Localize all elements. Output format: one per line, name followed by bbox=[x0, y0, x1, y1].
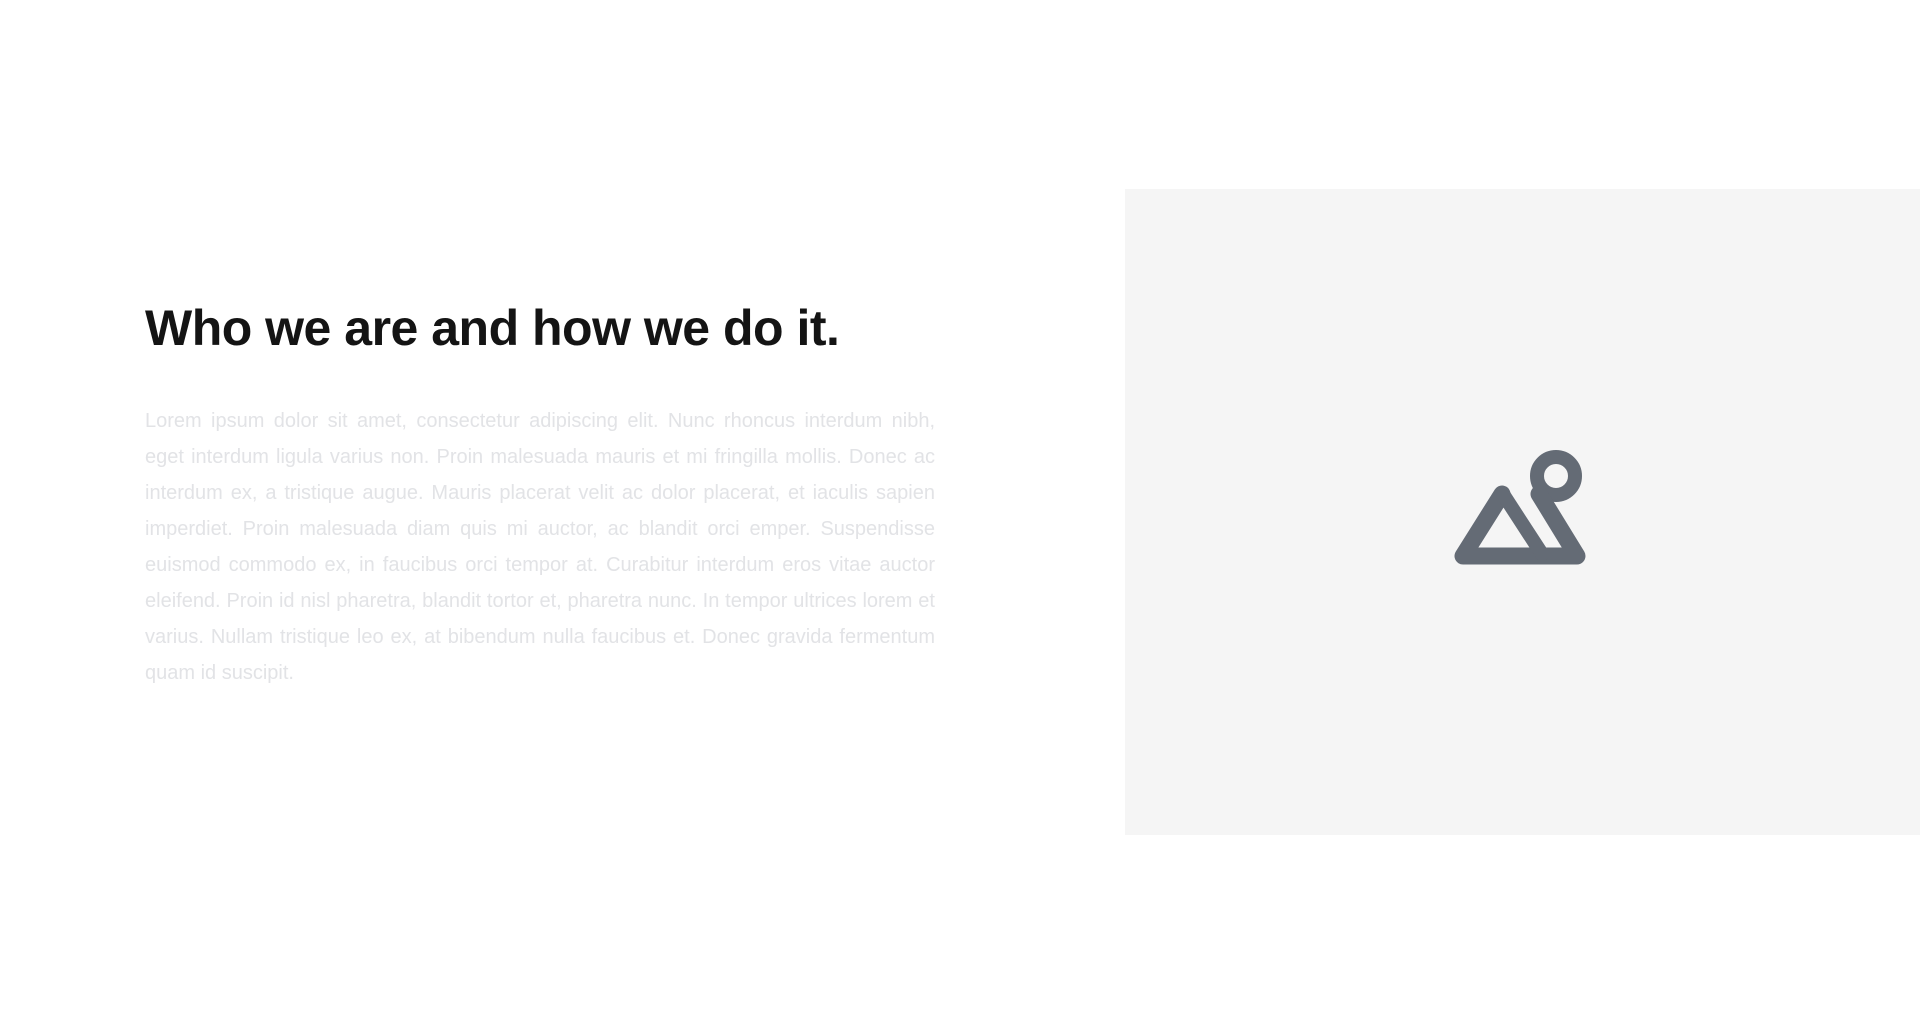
about-section: Who we are and how we do it. Lorem ipsum… bbox=[0, 0, 1920, 1024]
about-text-block: Who we are and how we do it. Lorem ipsum… bbox=[145, 296, 935, 691]
section-body-text: Lorem ipsum dolor sit amet, consectetur … bbox=[145, 410, 935, 684]
image-placeholder-icon bbox=[1454, 450, 1585, 565]
section-heading: Who we are and how we do it. bbox=[145, 300, 840, 356]
image-placeholder bbox=[1125, 189, 1920, 835]
